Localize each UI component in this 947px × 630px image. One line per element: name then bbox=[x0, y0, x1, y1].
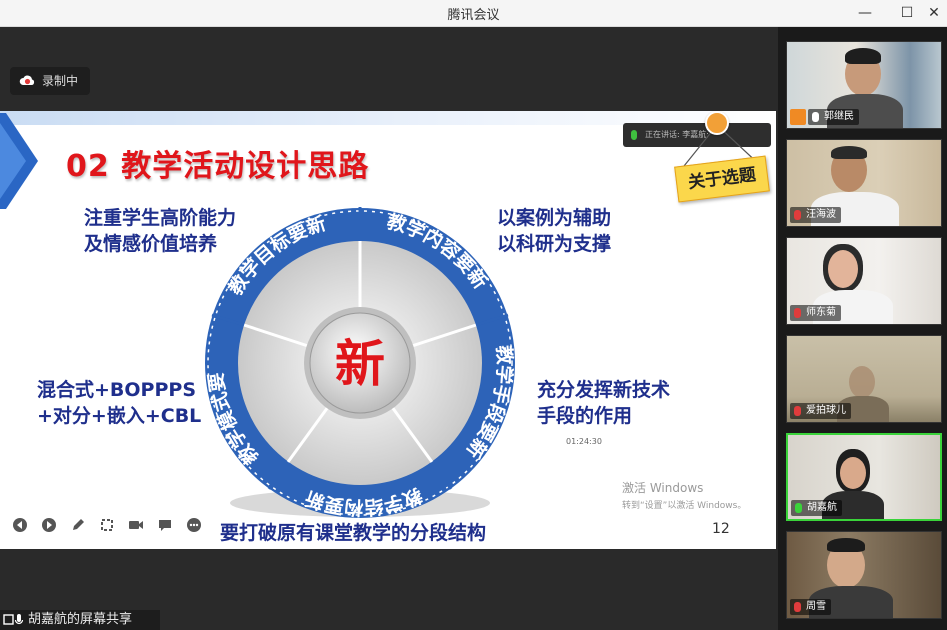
note-bottom-left: 混合式+BOPPPS +对分+嵌入+CBL bbox=[37, 379, 202, 427]
prev-icon[interactable] bbox=[12, 517, 28, 533]
title-bar: 腾讯会议 — ☐ ✕ bbox=[0, 0, 947, 27]
slide-summary-line: 要打破原有课堂教学的分段结构 bbox=[220, 522, 487, 544]
participant-name: 周雪 bbox=[806, 601, 826, 612]
participant-tile[interactable]: 周雪 bbox=[786, 531, 942, 619]
maximize-button[interactable]: ☐ bbox=[894, 2, 920, 24]
slide-page-number: 12 bbox=[712, 521, 730, 537]
crop-icon[interactable] bbox=[99, 517, 115, 533]
host-icon bbox=[790, 109, 806, 125]
participants-panel: 郭继民 汪海波 师东菊 爱拍球儿 胡嘉航 周雪 bbox=[778, 27, 947, 630]
participant-tile[interactable]: 汪海波 bbox=[786, 139, 942, 227]
mic-icon bbox=[631, 130, 637, 140]
recording-label: 录制中 bbox=[42, 74, 79, 88]
screen-share-mic-icon bbox=[3, 614, 24, 625]
slide-title: 02 教学活动设计思路 bbox=[66, 149, 370, 184]
innovation-wheel-diagram: 新 教学目标要新 教学内容要新 教学手段要新 教学结构要新 教学模式要新 bbox=[200, 203, 516, 519]
comment-icon[interactable] bbox=[157, 517, 173, 533]
participant-tile[interactable]: 郭继民 bbox=[786, 41, 942, 129]
close-button[interactable]: ✕ bbox=[921, 2, 947, 24]
note-bottom-right: 充分发挥新技术 手段的作用 bbox=[537, 379, 671, 427]
minimize-button[interactable]: — bbox=[852, 2, 878, 24]
mic-muted-icon bbox=[794, 210, 801, 220]
mic-muted-icon bbox=[794, 308, 801, 318]
participant-tile-active-speaker[interactable]: 胡嘉航 bbox=[786, 433, 942, 521]
mic-muted-icon bbox=[794, 406, 801, 416]
more-icon[interactable] bbox=[186, 517, 202, 533]
presentation-slide: 02 教学活动设计思路 注重学生高阶能力 及情感价值培养 以案例为辅助 以科研为… bbox=[0, 111, 776, 549]
participant-tile[interactable]: 爱拍球儿 bbox=[786, 335, 942, 423]
record-cloud-icon bbox=[19, 75, 35, 85]
participant-name: 胡嘉航 bbox=[807, 502, 837, 513]
pen-icon[interactable] bbox=[70, 517, 86, 533]
participant-name: 汪海波 bbox=[806, 209, 836, 220]
participant-tile[interactable]: 师东菊 bbox=[786, 237, 942, 325]
participant-name: 郭继民 bbox=[824, 111, 854, 122]
wheel-center-label: 新 bbox=[335, 335, 385, 393]
mic-muted-icon bbox=[794, 602, 801, 612]
camera-icon[interactable] bbox=[128, 517, 144, 533]
screen-share-label: 胡嘉航的屏幕共享 bbox=[0, 610, 160, 630]
participant-name: 爱拍球儿 bbox=[806, 405, 846, 416]
recording-indicator[interactable]: 录制中 bbox=[10, 67, 90, 95]
slide-timestamp: 01:24:30 bbox=[566, 437, 602, 446]
mic-icon bbox=[795, 503, 802, 513]
next-icon[interactable] bbox=[41, 517, 57, 533]
windows-activation-watermark: 激活 Windows 转到“设置”以激活 Windows。 bbox=[622, 481, 747, 511]
mic-icon bbox=[812, 112, 819, 122]
participant-name: 师东菊 bbox=[806, 307, 836, 318]
pin-icon bbox=[705, 111, 729, 135]
slide-corner-arrow bbox=[0, 113, 38, 209]
window-title: 腾讯会议 bbox=[447, 8, 500, 23]
